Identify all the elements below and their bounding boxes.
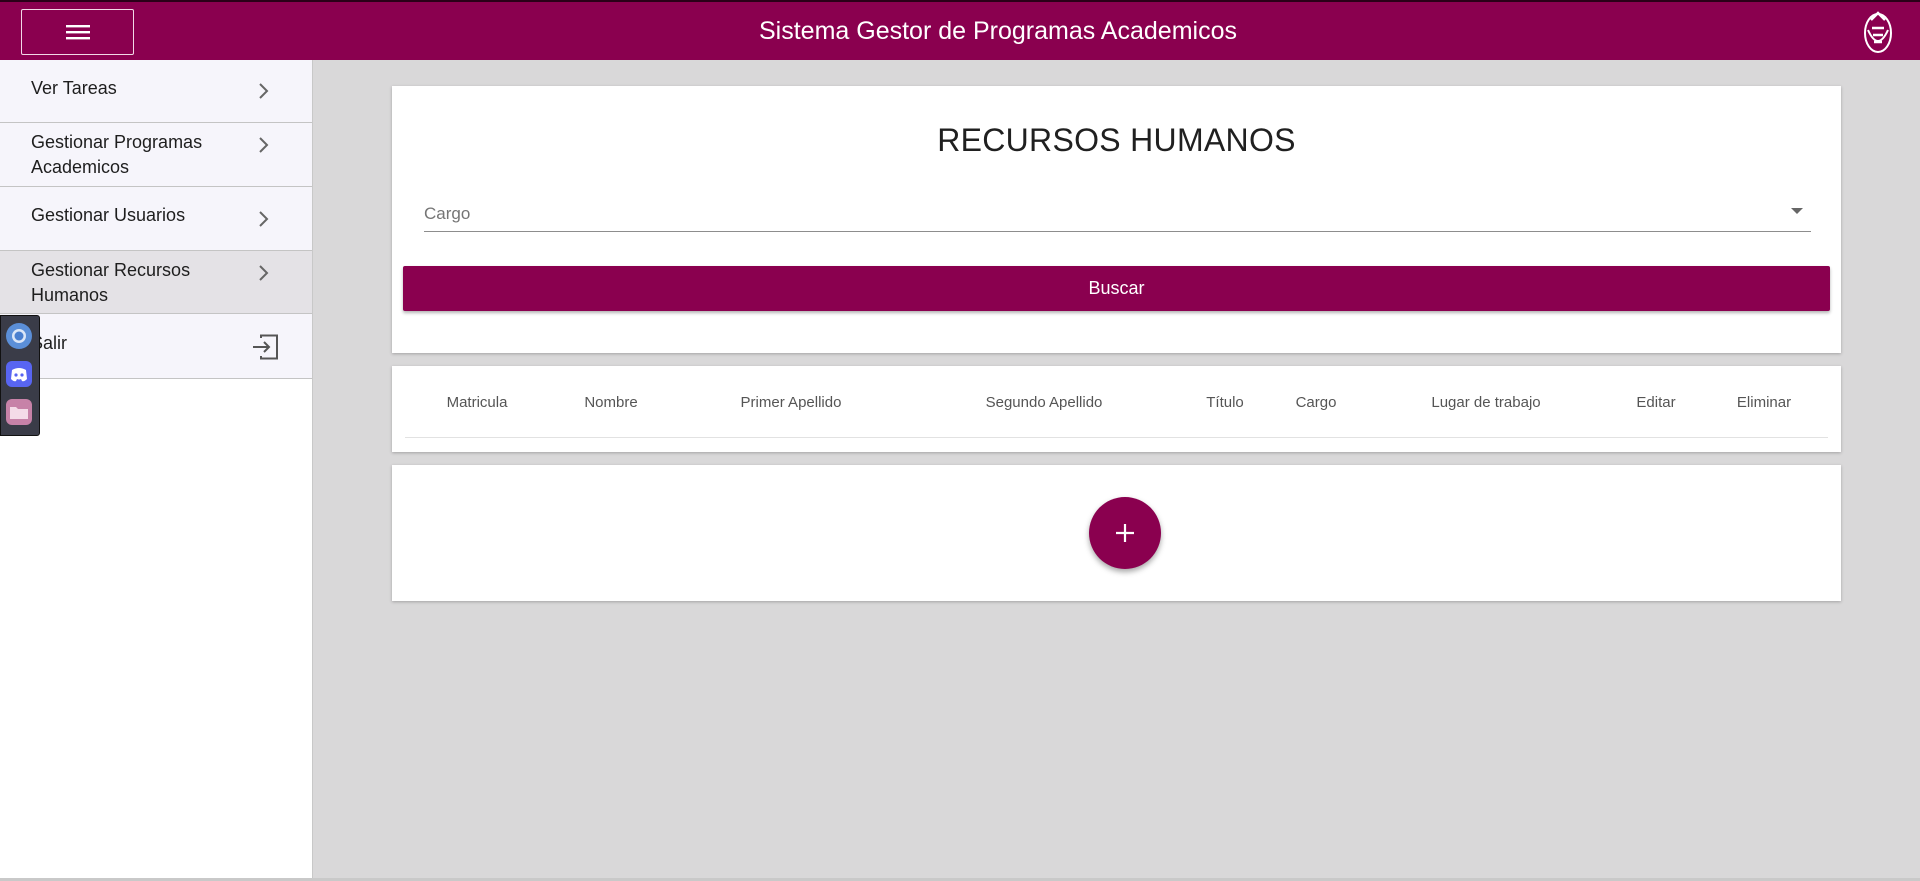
- results-table-card: Matricula Nombre Primer Apellido Segundo…: [392, 366, 1841, 452]
- chevron-right-icon: [259, 137, 269, 153]
- sidebar-item-label: Gestionar Programas Academicos: [31, 132, 203, 177]
- hamburger-menu-icon: [65, 25, 90, 40]
- sidebar-item-gestionar-usuarios[interactable]: Gestionar Usuarios: [0, 187, 312, 251]
- cargo-select-placeholder: Cargo: [424, 204, 471, 223]
- menu-button[interactable]: [21, 9, 134, 55]
- sidebar-item-label: Salir: [31, 333, 68, 353]
- column-header-segundo-apellido[interactable]: Segundo Apellido: [986, 394, 1103, 411]
- column-header-primer-apellido[interactable]: Primer Apellido: [741, 394, 842, 411]
- sidebar-item-gestionar-programas[interactable]: Gestionar Programas Academicos: [0, 123, 312, 187]
- column-header-matricula[interactable]: Matricula: [447, 394, 508, 411]
- sidebar-item-label: Gestionar Recursos Humanos: [31, 260, 191, 305]
- plus-icon: [1116, 524, 1134, 542]
- chevron-right-icon: [259, 83, 269, 99]
- add-button[interactable]: [1089, 497, 1161, 569]
- column-header-cargo[interactable]: Cargo: [1296, 394, 1337, 411]
- page-title: RECURSOS HUMANOS: [937, 122, 1296, 158]
- sidebar-nav: Ver Tareas Gestionar Programas Academico…: [0, 60, 313, 881]
- column-header-titulo[interactable]: Título: [1206, 394, 1244, 411]
- app-dock: [0, 315, 40, 436]
- add-card: [392, 465, 1841, 601]
- institution-logo: [1864, 11, 1892, 53]
- sidebar-item-label: Ver Tareas: [31, 78, 117, 98]
- logout-icon: [253, 334, 278, 360]
- dropdown-caret-icon: [1791, 208, 1803, 214]
- sidebar-item-gestionar-recursos-humanos[interactable]: Gestionar Recursos Humanos: [0, 251, 312, 314]
- folder-icon[interactable]: [4, 397, 34, 427]
- browser-icon[interactable]: [4, 321, 34, 351]
- search-card: RECURSOS HUMANOS Cargo Buscar: [392, 86, 1841, 353]
- sidebar-item-label: Gestionar Usuarios: [31, 205, 186, 225]
- column-header-lugar-de-trabajo[interactable]: Lugar de trabajo: [1431, 394, 1540, 411]
- top-app-bar: Sistema Gestor de Programas Academicos: [0, 0, 1920, 60]
- chevron-right-icon: [259, 211, 269, 227]
- column-header-eliminar: Eliminar: [1736, 394, 1792, 411]
- cargo-select[interactable]: Cargo: [424, 196, 1811, 232]
- table-header-divider: [405, 437, 1828, 438]
- sidebar-item-salir[interactable]: Salir: [0, 314, 312, 379]
- search-button[interactable]: Buscar: [403, 266, 1830, 311]
- column-header-nombre[interactable]: Nombre: [584, 394, 637, 411]
- discord-icon[interactable]: [4, 359, 34, 389]
- column-header-editar: Editar: [1636, 394, 1676, 411]
- app-title: Sistema Gestor de Programas Academicos: [759, 16, 1237, 45]
- sidebar-item-ver-tareas[interactable]: Ver Tareas: [0, 60, 312, 123]
- chevron-right-icon: [259, 265, 269, 281]
